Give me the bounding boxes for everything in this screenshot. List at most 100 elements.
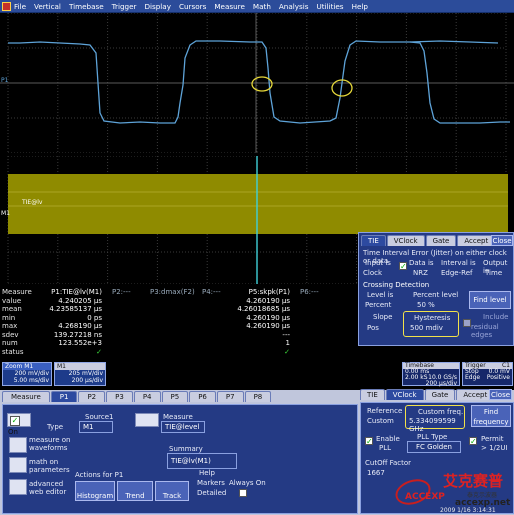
markers-value[interactable]: Detailed xyxy=(197,489,226,497)
p1-trace-label: P1 xyxy=(1,77,9,84)
input-is-value[interactable]: Clock xyxy=(363,269,382,277)
tab-accept[interactable]: Accept xyxy=(457,235,496,246)
always-on-label: Always On xyxy=(229,479,266,487)
app-logo-icon xyxy=(2,2,11,11)
vclock-tab-vclock[interactable]: VClock xyxy=(385,389,424,400)
menu-timebase[interactable]: Timebase xyxy=(69,2,104,11)
on-toggle[interactable]: ✓ On xyxy=(7,413,31,436)
trend-button[interactable]: Trend xyxy=(117,481,153,501)
vclock-tabs: TIE VClock Gate Accept xyxy=(360,389,495,400)
menu-math[interactable]: Math xyxy=(253,2,271,11)
web-editor-label[interactable]: web editor xyxy=(29,488,66,496)
custom-freq-value: 5.334099599 GHz xyxy=(409,417,456,433)
tab-gate[interactable]: Gate xyxy=(425,235,457,246)
tab-p5[interactable]: P5 xyxy=(161,391,189,402)
brand-chinese: 艾克赛普 xyxy=(443,472,504,490)
timebase-descriptor[interactable]: Timebase 0.00 ms 2.00 kS 10.0 GS/s 200 µs… xyxy=(402,362,460,387)
crossing-detection-title: Crossing Detection xyxy=(363,281,430,289)
p6-header[interactable]: P6:--- xyxy=(300,288,319,296)
p1-max: 4.268190 µs xyxy=(58,322,102,330)
menu-display[interactable]: Display xyxy=(144,2,171,11)
include-residual-checkbox[interactable] xyxy=(463,319,471,327)
menu-utilities[interactable]: Utilities xyxy=(317,2,344,11)
trigger-descriptor[interactable]: Trigger C1 Stop 0.0 mV Edge Positive xyxy=(462,362,513,386)
tab-p4[interactable]: P4 xyxy=(133,391,161,402)
tab-measure[interactable]: Measure xyxy=(2,391,50,402)
find-frequency-button[interactable]: Find frequency xyxy=(471,405,511,427)
cutoff-value[interactable]: 1667 xyxy=(367,469,385,477)
p5-column[interactable]: P5:skpk(P1) 4.260190 µs 4.26018685 µs 4.… xyxy=(232,288,290,356)
row-label-min: min xyxy=(2,313,16,322)
advanced-label[interactable]: advanced xyxy=(29,480,63,488)
output-in-value[interactable]: Time xyxy=(485,269,502,277)
on-checkbox: ✓ xyxy=(10,416,20,426)
hysteresis-label: Hysteresis xyxy=(414,314,451,322)
find-level-button[interactable]: Find level xyxy=(469,291,511,309)
source1-label: Source1 xyxy=(85,413,114,421)
data-is-checkbox[interactable]: ✓ xyxy=(399,262,407,271)
menu-bar: File Vertical Timebase Trigger Display C… xyxy=(0,0,514,13)
data-is-value[interactable]: NRZ xyxy=(413,269,428,277)
always-on-checkbox[interactable] xyxy=(239,489,247,497)
menu-analysis[interactable]: Analysis xyxy=(279,2,309,11)
tab-p3[interactable]: P3 xyxy=(106,391,133,402)
close-button[interactable]: Close xyxy=(491,235,513,246)
m1-descriptor[interactable]: M1 205 mV/div 200 µs/div xyxy=(54,362,106,386)
histogram-button[interactable]: Histogram xyxy=(75,481,115,501)
p1-value: 4.240205 µs xyxy=(58,296,102,305)
menu-help[interactable]: Help xyxy=(352,2,368,11)
menu-cursors[interactable]: Cursors xyxy=(179,2,206,11)
interval-is-value[interactable]: Edge-Ref xyxy=(441,269,472,277)
tab-p6[interactable]: P6 xyxy=(189,391,216,402)
measure-on-label[interactable]: measure on xyxy=(29,436,70,444)
tab-p1[interactable]: P1 xyxy=(50,391,78,402)
custom-freq-field[interactable]: Custom freq. 5.334099599 GHz xyxy=(405,405,465,433)
zoom-descriptor-line2: 5.00 ms/div xyxy=(13,377,49,384)
tab-p2[interactable]: P2 xyxy=(78,391,106,402)
math-on-label[interactable]: math on xyxy=(29,458,58,466)
permit-checkbox[interactable]: ✓ xyxy=(469,437,477,446)
p2-header[interactable]: P2:--- xyxy=(112,288,131,296)
tab-p7[interactable]: P7 xyxy=(216,391,244,402)
web-editor-icon[interactable] xyxy=(9,479,27,495)
menu-vertical[interactable]: Vertical xyxy=(34,2,61,11)
on-label: On xyxy=(8,428,18,436)
p1-sdev: 139.27218 ns xyxy=(53,330,102,339)
zoom-descriptor[interactable]: Zoom M1 200 mV/div 5.00 ms/div xyxy=(2,362,52,386)
waveforms-label[interactable]: waveforms xyxy=(29,444,67,452)
tab-tie[interactable]: TIE xyxy=(361,235,386,246)
vclock-close-button[interactable]: Close xyxy=(489,389,512,400)
vclock-tab-gate[interactable]: Gate xyxy=(424,389,456,400)
data-is-label: Data is xyxy=(409,259,434,267)
summary-field[interactable]: TIE@lv(M1) xyxy=(167,453,237,469)
p1-column[interactable]: P1:TIE@lv(M1) 4.240205 µs 4.23585137 µs … xyxy=(46,288,102,356)
measure-field[interactable]: TIE@level xyxy=(161,421,205,433)
slope-value[interactable]: Pos xyxy=(367,324,379,332)
residual-edges-label: residual edges xyxy=(471,323,499,339)
p5-sdev: --- xyxy=(282,330,290,339)
p3-header[interactable]: P3:dmax(F2) xyxy=(150,288,195,296)
menu-file[interactable]: File xyxy=(14,2,26,11)
menu-trigger[interactable]: Trigger xyxy=(112,2,137,11)
source1-field[interactable]: M1 xyxy=(79,421,113,433)
percent-level-label: Percent level xyxy=(413,291,459,299)
tab-vclock[interactable]: VClock xyxy=(386,235,425,246)
measure-waveforms-icon[interactable] xyxy=(9,437,27,453)
p4-header[interactable]: P4:--- xyxy=(202,288,221,296)
tab-p8[interactable]: P8 xyxy=(244,391,272,402)
trigger-slope: Positive xyxy=(486,374,510,381)
enable-pll-checkbox[interactable]: ✓ xyxy=(365,437,373,446)
percent-level-value[interactable]: 50 % xyxy=(417,301,435,309)
tie-trace-label: TIE@lv xyxy=(22,199,43,206)
hysteresis-field[interactable]: Hysteresis 500 mdiv xyxy=(403,311,459,337)
vclock-tab-tie[interactable]: TIE xyxy=(360,389,385,400)
zoom-descriptor-title: Zoom M1 xyxy=(3,363,51,370)
track-button[interactable]: Track xyxy=(155,481,189,501)
parameters-label[interactable]: parameters xyxy=(29,466,70,474)
math-parameters-icon[interactable] xyxy=(9,457,27,473)
pll-type-field[interactable]: FC Golden xyxy=(407,441,461,453)
markers-label: Markers xyxy=(197,479,225,487)
level-is-value[interactable]: Percent xyxy=(365,301,391,309)
reference-value[interactable]: Custom xyxy=(367,417,394,425)
menu-measure[interactable]: Measure xyxy=(214,2,245,11)
